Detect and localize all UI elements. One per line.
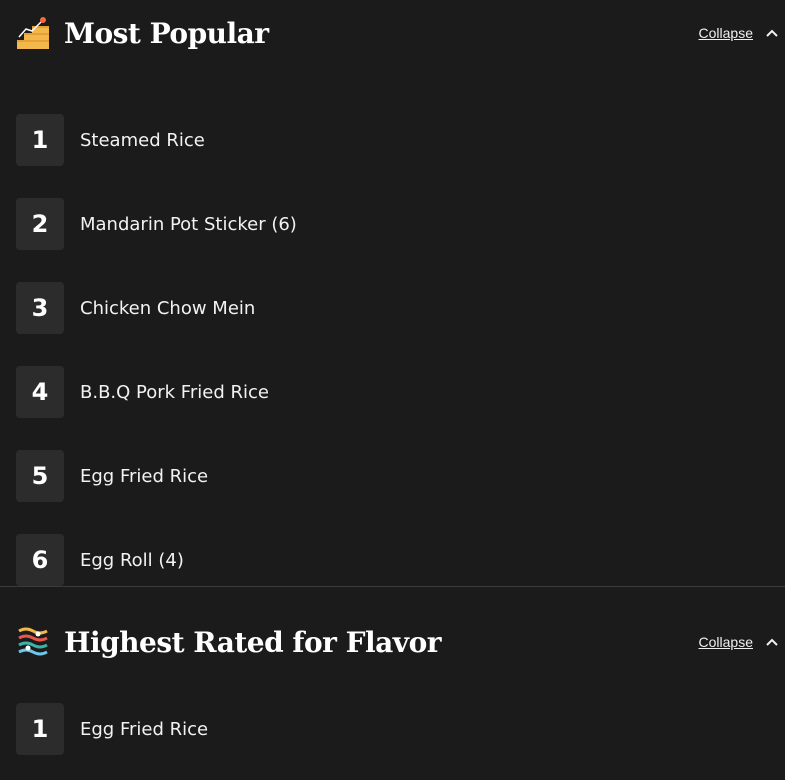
chevron-up-icon[interactable] bbox=[765, 635, 779, 649]
section-title-wrap: Most Popular bbox=[16, 16, 269, 50]
list-item[interactable]: 5 Egg Fried Rice bbox=[0, 434, 785, 518]
item-name[interactable]: Chicken Chow Mein bbox=[80, 298, 255, 319]
ranked-list: 1 Egg Fried Rice bbox=[0, 675, 785, 771]
list-item[interactable]: 3 Chicken Chow Mein bbox=[0, 266, 785, 350]
ranked-list: 1 Steamed Rice 2 Mandarin Pot Sticker (6… bbox=[0, 66, 785, 586]
collapse-label[interactable]: Collapse bbox=[699, 25, 753, 41]
list-item[interactable]: 2 Mandarin Pot Sticker (6) bbox=[0, 182, 785, 266]
highest-rated-section: Highest Rated for Flavor Collapse 1 Egg … bbox=[0, 587, 785, 771]
rank-badge: 3 bbox=[16, 282, 64, 334]
rank-badge: 6 bbox=[16, 534, 64, 586]
item-name[interactable]: Steamed Rice bbox=[80, 130, 205, 151]
item-name[interactable]: Egg Fried Rice bbox=[80, 719, 208, 740]
section-title: Most Popular bbox=[64, 16, 269, 50]
section-title-wrap: Highest Rated for Flavor bbox=[16, 625, 442, 659]
item-name[interactable]: Mandarin Pot Sticker (6) bbox=[80, 214, 297, 235]
item-name[interactable]: Egg Roll (4) bbox=[80, 550, 184, 571]
item-name[interactable]: Egg Fried Rice bbox=[80, 466, 208, 487]
rank-badge: 4 bbox=[16, 366, 64, 418]
section-title: Highest Rated for Flavor bbox=[64, 625, 442, 659]
most-popular-section: Most Popular Collapse 1 Steamed Rice 2 M… bbox=[0, 0, 785, 586]
collapse-button[interactable]: Collapse bbox=[699, 634, 779, 650]
item-name[interactable]: B.B.Q Pork Fried Rice bbox=[80, 382, 269, 403]
rank-badge: 5 bbox=[16, 450, 64, 502]
rank-badge: 1 bbox=[16, 703, 64, 755]
collapse-button[interactable]: Collapse bbox=[699, 25, 779, 41]
rank-badge: 2 bbox=[16, 198, 64, 250]
section-header: Most Popular Collapse bbox=[0, 0, 785, 66]
flavor-waves-icon bbox=[16, 625, 50, 659]
list-item[interactable]: 1 Steamed Rice bbox=[0, 98, 785, 182]
list-item[interactable]: 1 Egg Fried Rice bbox=[0, 687, 785, 771]
stairs-chart-icon bbox=[16, 16, 50, 50]
collapse-label[interactable]: Collapse bbox=[699, 634, 753, 650]
chevron-up-icon[interactable] bbox=[765, 26, 779, 40]
section-header: Highest Rated for Flavor Collapse bbox=[0, 609, 785, 675]
list-item[interactable]: 4 B.B.Q Pork Fried Rice bbox=[0, 350, 785, 434]
rank-badge: 1 bbox=[16, 114, 64, 166]
